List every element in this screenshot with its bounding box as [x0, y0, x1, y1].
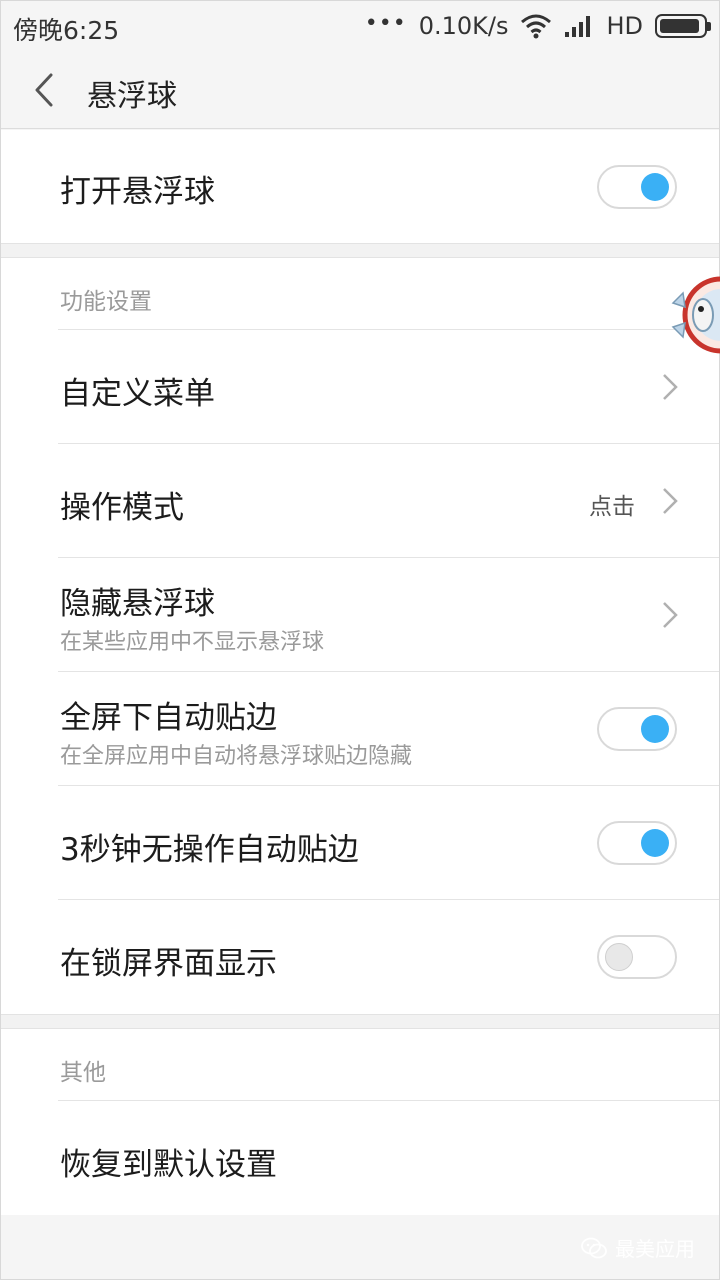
section-separator [1, 243, 719, 258]
idle-edge-label: 3秒钟无操作自动贴边 [60, 832, 359, 868]
page-title: 悬浮球 [87, 79, 177, 114]
more-dots-icon: ••• [364, 10, 407, 36]
network-type: HD [606, 12, 643, 40]
lockscreen-label: 在锁屏界面显示 [60, 946, 277, 982]
idle-edge-toggle[interactable] [597, 821, 677, 865]
fullscreen-edge-toggle[interactable] [597, 707, 677, 751]
reset-defaults-label: 恢复到默认设置 [60, 1147, 277, 1183]
custom-menu-label: 自定义菜单 [60, 376, 215, 412]
function-section-heading: 功能设置 [60, 289, 152, 315]
net-speed: 0.10K/s [418, 12, 509, 40]
toggle-knob [641, 173, 669, 201]
app-header: 悬浮球 [1, 51, 719, 129]
signal-icon [565, 16, 591, 37]
status-bar: 傍晚6:25 ••• 0.10K/s HD [1, 1, 719, 51]
chevron-right-icon [663, 488, 678, 514]
fullscreen-edge-row[interactable]: 全屏下自动贴边 在全屏应用中自动将悬浮球贴边隐藏 [1, 672, 719, 786]
chevron-right-icon [663, 374, 678, 400]
custom-menu-row[interactable]: 自定义菜单 [1, 330, 719, 444]
wifi-icon [521, 14, 552, 39]
open-floatball-row[interactable]: 打开悬浮球 [1, 130, 719, 243]
other-settings-card: 其他 恢复到默认设置 [1, 1029, 719, 1215]
operation-mode-label: 操作模式 [60, 490, 184, 526]
toggle-knob [641, 715, 669, 743]
open-floatball-label: 打开悬浮球 [60, 174, 215, 210]
other-section-header: 其他 [1, 1029, 719, 1101]
hide-floatball-subtitle: 在某些应用中不显示悬浮球 [60, 630, 325, 655]
status-time: 傍晚6:25 [13, 16, 120, 45]
operation-mode-row[interactable]: 操作模式 点击 [1, 444, 719, 558]
idle-edge-row[interactable]: 3秒钟无操作自动贴边 [1, 786, 719, 900]
chevron-right-icon [663, 602, 678, 628]
other-section-heading: 其他 [60, 1060, 106, 1086]
lockscreen-toggle[interactable] [597, 935, 677, 979]
hide-floatball-row[interactable]: 隐藏悬浮球 在某些应用中不显示悬浮球 [1, 558, 719, 672]
reset-defaults-row[interactable]: 恢复到默认设置 [1, 1101, 719, 1215]
watermark: 最美应用 [581, 1233, 695, 1262]
toggle-knob [641, 829, 669, 857]
fullscreen-edge-subtitle: 在全屏应用中自动将悬浮球贴边隐藏 [60, 744, 413, 769]
status-right: ••• 0.10K/s HD [364, 9, 711, 43]
fullscreen-edge-label: 全屏下自动贴边 [60, 700, 277, 736]
toggle-knob [605, 943, 633, 971]
hide-floatball-label: 隐藏悬浮球 [60, 586, 215, 622]
back-chevron-left-icon[interactable] [29, 71, 59, 109]
main-toggle-card: 打开悬浮球 [1, 130, 719, 243]
function-settings-card: 功能设置 自定义菜单 操作模式 点击 隐藏悬浮球 在某些应用中不显示悬浮球 全屏… [1, 258, 719, 1014]
screen: 傍晚6:25 ••• 0.10K/s HD 悬浮球 打开悬浮球 功能设置 自定义… [0, 0, 720, 1280]
function-section-header: 功能设置 [1, 258, 719, 330]
operation-mode-value: 点击 [589, 494, 635, 520]
open-floatball-toggle[interactable] [597, 165, 677, 209]
watermark-text: 最美应用 [615, 1237, 695, 1261]
floating-ball-icon[interactable] [669, 263, 720, 367]
lockscreen-row[interactable]: 在锁屏界面显示 [1, 900, 719, 1014]
wechat-icon [581, 1237, 607, 1258]
battery-icon [655, 14, 711, 38]
section-separator [1, 1014, 719, 1029]
